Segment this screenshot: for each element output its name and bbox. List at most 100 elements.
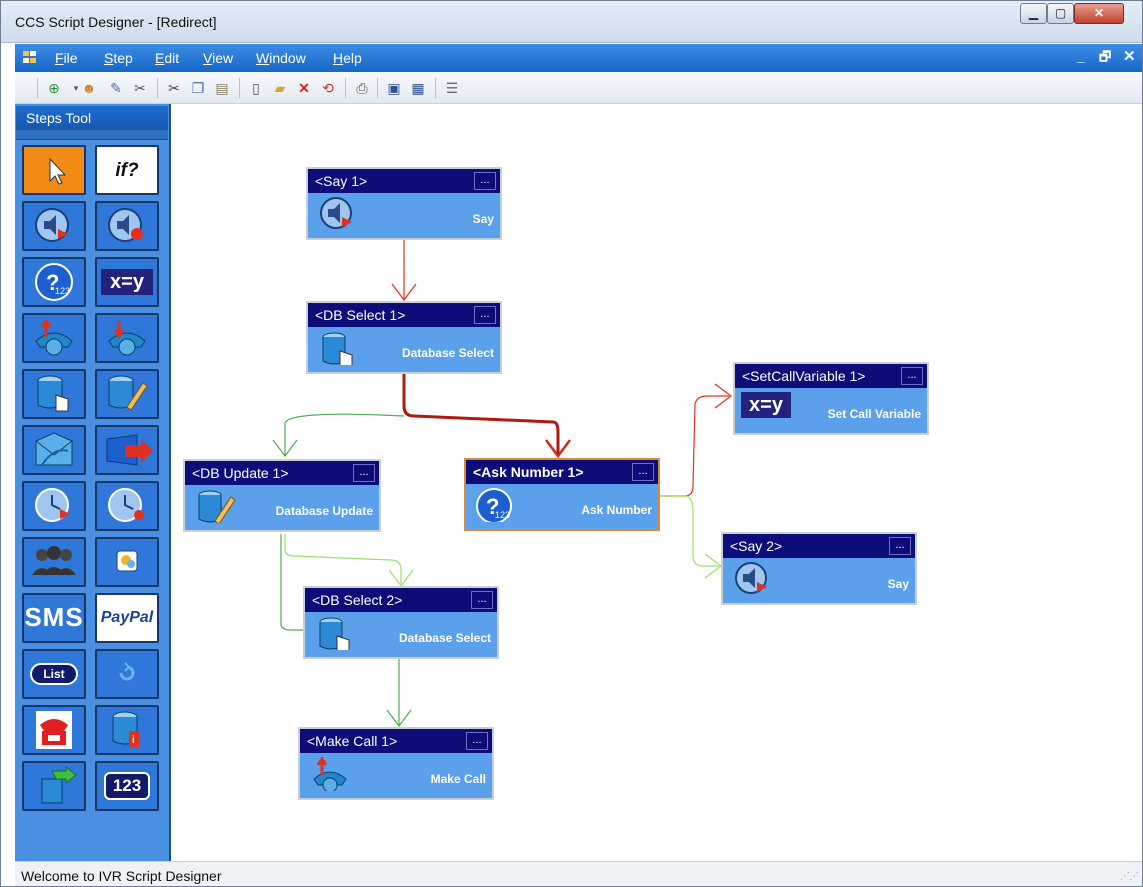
list-tool[interactable]: List xyxy=(22,649,86,699)
mdi-close-button[interactable]: ✕ xyxy=(1123,47,1136,65)
node-title: <DB Select 1> xyxy=(308,303,500,327)
list-icon: List xyxy=(30,663,78,685)
toolbar: ⊕ ▾ ☻ ✎ ✂ ✂ ❐ ▤ ▯ ▰ ✕ ⟲ ⎙ ▣ ▦ ☰ xyxy=(15,72,1142,104)
database-select-icon xyxy=(322,332,353,365)
node-title: <DB Update 1> xyxy=(185,461,379,485)
refresh-icon[interactable]: ⟲ xyxy=(319,79,337,97)
menu-edit[interactable]: Edit xyxy=(155,50,179,66)
node-options-button[interactable]: ... xyxy=(471,591,493,609)
save-icon[interactable]: ▣ xyxy=(385,79,403,97)
clock-record-icon xyxy=(108,488,144,522)
toolbar-grip xyxy=(37,78,38,98)
phone-icon xyxy=(36,711,72,749)
resize-grip-icon[interactable]: ⋰⋰ xyxy=(1120,871,1139,882)
say-tool[interactable] xyxy=(22,201,86,251)
link-dbupdate1-dbselect2-fail xyxy=(280,534,303,631)
step-node-say2[interactable]: <Say 2> ... Say xyxy=(721,532,917,605)
play-time-tool[interactable] xyxy=(22,481,86,531)
clock-play-icon xyxy=(35,488,70,522)
delete-icon[interactable]: ✕ xyxy=(295,79,313,97)
menu-bar: File Step Edit View Window Help _ 🗗 ✕ xyxy=(15,44,1142,72)
toolbar-separator xyxy=(435,78,436,98)
node-options-button[interactable]: ... xyxy=(901,367,923,385)
copy-icon[interactable]: ❐ xyxy=(189,79,207,97)
step-node-asknumber1[interactable]: <Ask Number 1> ... ? 123 Ask Number xyxy=(464,458,660,531)
node-options-button[interactable]: ... xyxy=(474,172,496,190)
node-options-button[interactable]: ... xyxy=(353,464,375,482)
set-variable-icon: x=y xyxy=(741,392,791,418)
conference-tool[interactable] xyxy=(22,537,86,587)
ask-number-tool[interactable]: ? 123 xyxy=(22,257,86,307)
tools-icon[interactable]: ✂ xyxy=(131,79,149,97)
menu-help[interactable]: Help xyxy=(333,50,362,66)
menu-step[interactable]: Step xyxy=(104,50,133,66)
step-node-say1[interactable]: <Say 1> ... Say xyxy=(306,167,502,240)
cut-icon[interactable]: ✂ xyxy=(165,79,183,97)
step-node-dbselect2[interactable]: <DB Select 2> ... Database Select xyxy=(303,586,499,659)
node-body: Database Select xyxy=(305,612,497,657)
link-dbselect1-asknumber1 xyxy=(402,374,560,456)
paste-icon[interactable]: ▤ xyxy=(213,79,231,97)
mdi-minimize-button[interactable]: _ xyxy=(1077,48,1085,64)
record-time-tool[interactable] xyxy=(95,481,159,531)
properties-icon[interactable]: ☰ xyxy=(443,79,461,97)
print-icon[interactable]: ⎙ xyxy=(353,79,371,97)
database-update-tool[interactable] xyxy=(95,369,159,419)
goto-tool[interactable] xyxy=(22,761,86,811)
new-document-icon[interactable]: ▯ xyxy=(247,79,265,97)
node-title: <Say 2> xyxy=(723,534,915,558)
node-label: Database Update xyxy=(275,504,373,518)
set-variable-tool[interactable]: x=y xyxy=(95,257,159,307)
script-canvas[interactable]: <Say 1> ... Say <DB Select 1> ... Databa… xyxy=(173,104,1142,861)
loop-icon xyxy=(119,662,135,681)
set-variable-icon: x=y xyxy=(101,269,153,295)
step-node-setcallvariable1[interactable]: <SetCallVariable 1> ... x=y Set Call Var… xyxy=(733,362,929,435)
if-tool[interactable]: if? xyxy=(95,145,159,195)
goto-icon xyxy=(41,765,77,804)
new-step-icon[interactable]: ⊕ xyxy=(45,79,63,97)
node-title: <Say 1> xyxy=(308,169,500,193)
node-options-button[interactable]: ... xyxy=(474,306,496,324)
make-call-tool[interactable] xyxy=(22,313,86,363)
redirect-icon xyxy=(106,434,153,466)
database-select-tool[interactable] xyxy=(22,369,86,419)
paypal-tool[interactable]: PayPal xyxy=(95,593,159,643)
if-icon: if? xyxy=(115,160,139,181)
sms-tool[interactable]: SMS xyxy=(22,593,86,643)
pointer-tool[interactable] xyxy=(22,145,86,195)
edit-icon[interactable]: ✎ xyxy=(107,79,125,97)
transfer-call-tool[interactable] xyxy=(95,313,159,363)
pointer-icon xyxy=(49,157,67,185)
node-body: ? 123 Ask Number xyxy=(466,484,658,529)
node-options-button[interactable]: ... xyxy=(889,537,911,555)
minimize-button[interactable]: ▁ xyxy=(1020,3,1047,24)
number-tool[interactable]: 123 xyxy=(95,761,159,811)
redirect-tool[interactable] xyxy=(95,425,159,475)
menu-view[interactable]: View xyxy=(203,50,233,66)
status-text: Welcome to IVR Script Designer xyxy=(21,868,222,884)
node-body: Say xyxy=(723,558,915,603)
node-title: <SetCallVariable 1> xyxy=(735,364,927,388)
hangup-tool[interactable] xyxy=(22,705,86,755)
outgoing-call-icon xyxy=(35,318,73,356)
open-folder-icon[interactable]: ▰ xyxy=(271,79,289,97)
maximize-button[interactable]: ▢ xyxy=(1047,3,1074,24)
sms-icon: SMS xyxy=(24,602,84,632)
step-node-dbupdate1[interactable]: <DB Update 1> ... Database Update xyxy=(183,459,381,532)
conference-icon xyxy=(32,546,76,575)
node-options-button[interactable]: ... xyxy=(466,732,488,750)
node-options-button[interactable]: ... xyxy=(632,463,654,481)
chat-tool[interactable] xyxy=(95,537,159,587)
database-info-tool[interactable]: i xyxy=(95,705,159,755)
menu-file[interactable]: File xyxy=(55,50,78,66)
mdi-restore-button[interactable]: 🗗 xyxy=(1099,48,1111,70)
record-tool[interactable] xyxy=(95,201,159,251)
close-button[interactable]: ✕ xyxy=(1074,3,1124,24)
email-tool[interactable] xyxy=(22,425,86,475)
step-node-dbselect1[interactable]: <DB Select 1> ... Database Select xyxy=(306,301,502,374)
save-all-icon[interactable]: ▦ xyxy=(409,79,427,97)
menu-window[interactable]: Window xyxy=(256,50,306,66)
step-node-makecall1[interactable]: <Make Call 1> ... Make Call xyxy=(298,727,494,800)
user-icon[interactable]: ☻ xyxy=(80,79,98,97)
loop-tool[interactable] xyxy=(95,649,159,699)
